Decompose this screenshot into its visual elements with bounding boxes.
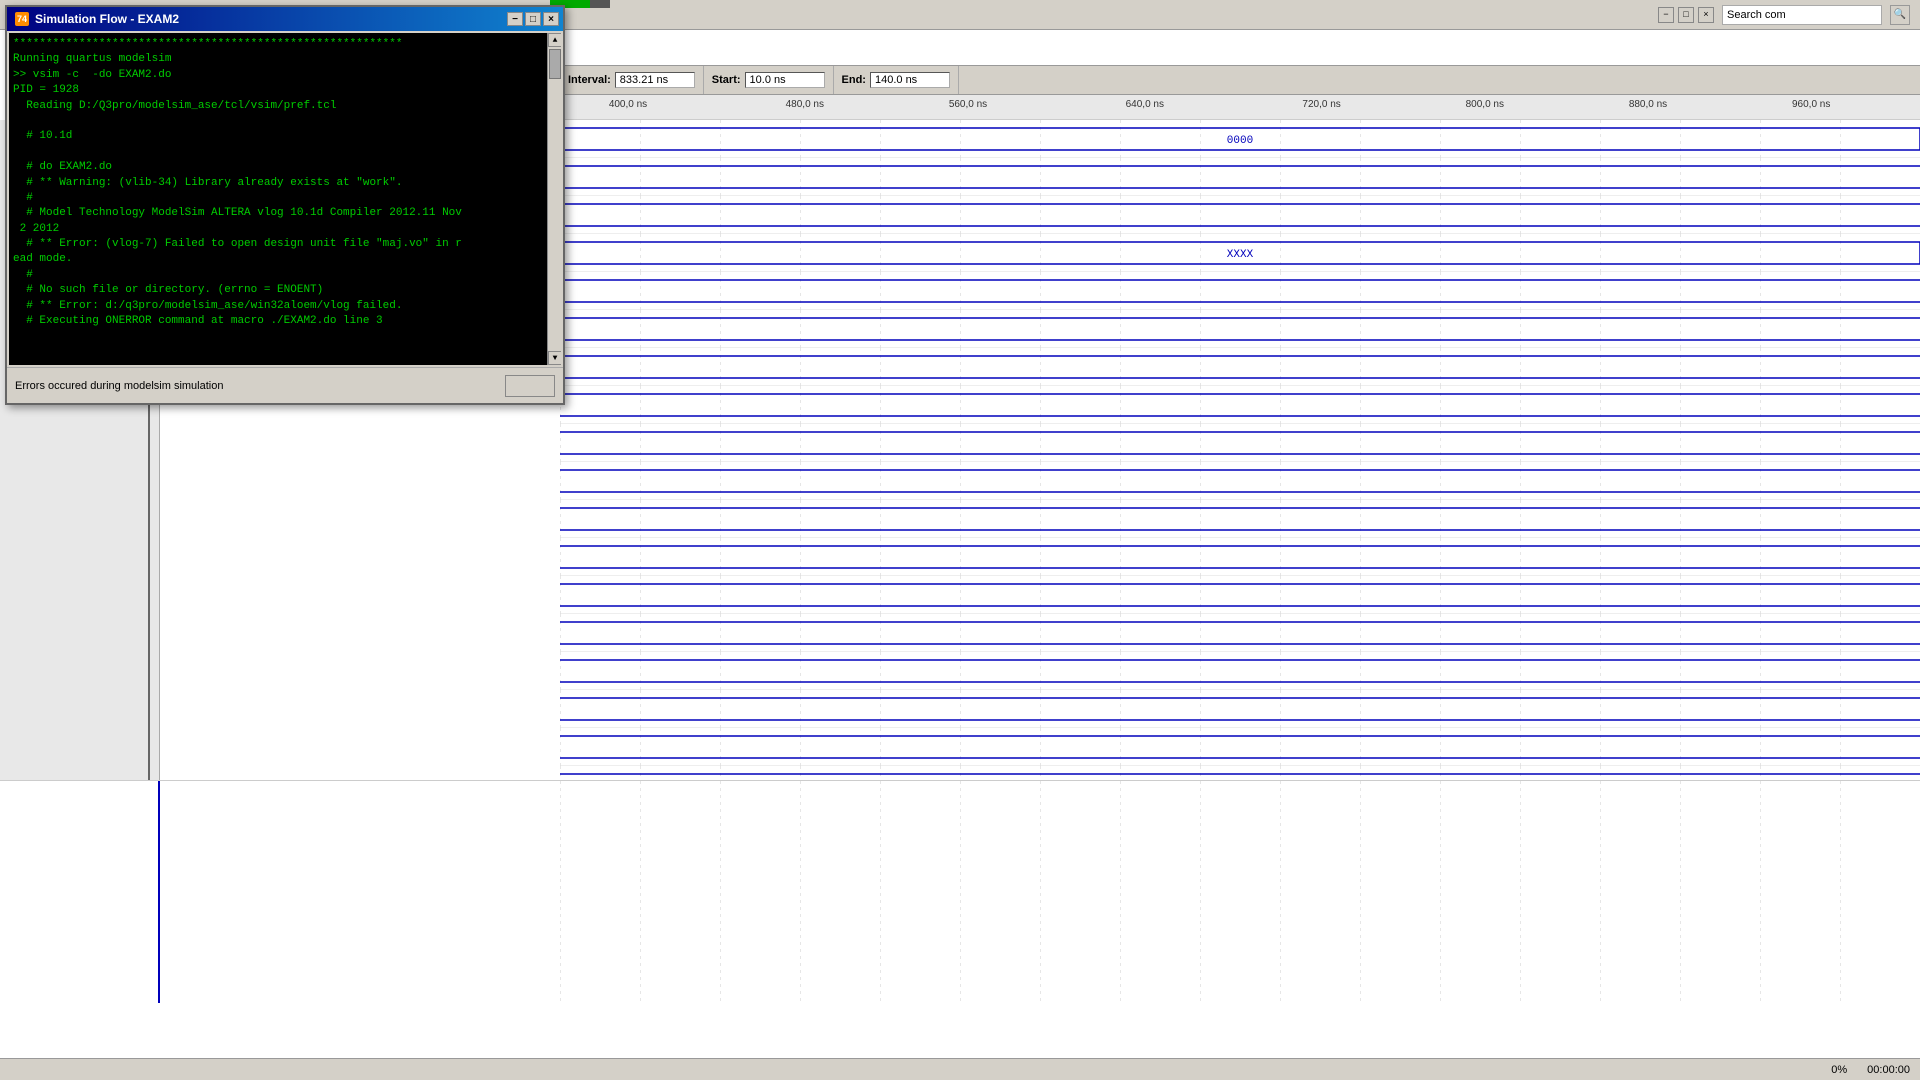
empty-grid: [560, 781, 1920, 1003]
main-minimize-btn[interactable]: −: [1658, 7, 1674, 23]
search-input[interactable]: [1722, 5, 1882, 25]
status-time: 00:00:00: [1867, 1064, 1910, 1076]
sim-maximize-btn[interactable]: □: [525, 12, 541, 26]
sim-status-text: Errors occured during modelsim simulatio…: [15, 380, 223, 392]
console-scroll-down[interactable]: ▼: [548, 351, 561, 365]
sim-app-icon: 74: [15, 12, 29, 26]
status-percent: 0%: [1831, 1064, 1847, 1076]
sim-dialog-title: Simulation Flow - EXAM2: [35, 12, 179, 26]
title-left: 74 Simulation Flow - EXAM2: [15, 12, 179, 26]
main-maximize-btn[interactable]: □: [1678, 7, 1694, 23]
ruler-tick-1: 400,0 ns: [609, 99, 647, 110]
sim-minimize-btn[interactable]: −: [507, 12, 523, 26]
console-scrollbar[interactable]: ▲ ▼: [547, 33, 561, 365]
sim-footer-close-btn[interactable]: [505, 375, 555, 397]
sim-close-btn[interactable]: ×: [543, 12, 559, 26]
sim-console-area: ****************************************…: [9, 33, 561, 365]
ruler-tick-4: 640,0 ns: [1126, 99, 1164, 110]
ruler-tick-6: 800,0 ns: [1466, 99, 1504, 110]
console-scroll-up[interactable]: ▲: [548, 33, 561, 47]
left-vert-line: [158, 781, 160, 1003]
end-field: End: 140.0 ns: [834, 66, 959, 94]
status-bar: 0% 00:00:00: [0, 1058, 1920, 1080]
sim-dialog-footer: Errors occured during modelsim simulatio…: [7, 367, 563, 403]
ruler-labels: 400,0 ns 480,0 ns 560,0 ns 640,0 ns 720,…: [560, 95, 1920, 119]
sim-dialog: 74 Simulation Flow - EXAM2 − □ × *******…: [5, 5, 565, 405]
interval-label: Interval:: [568, 74, 611, 86]
start-value: 10.0 ns: [745, 72, 825, 88]
end-value: 140.0 ns: [870, 72, 950, 88]
interval-value: 833.21 ns: [615, 72, 695, 88]
ruler-tick-8: 960,0 ns: [1792, 99, 1830, 110]
svg-text:0000: 0000: [1227, 135, 1253, 147]
interval-field: Interval: 833.21 ns: [560, 66, 704, 94]
start-label: Start:: [712, 74, 741, 86]
svg-text:XXXX: XXXX: [1227, 249, 1254, 261]
timeline-ruler: 400,0 ns 480,0 ns 560,0 ns 640,0 ns 720,…: [560, 95, 1920, 120]
ruler-tick-3: 560,0 ns: [949, 99, 987, 110]
sim-dialog-titlebar: 74 Simulation Flow - EXAM2 − □ ×: [7, 7, 563, 31]
console-scroll-thumb[interactable]: [549, 49, 561, 79]
search-icon[interactable]: 🔍: [1890, 5, 1910, 25]
interval-bar: Interval: 833.21 ns Start: 10.0 ns End: …: [560, 65, 1920, 95]
console-text: ****************************************…: [9, 33, 561, 333]
main-win-controls: − □ ×: [1658, 7, 1714, 23]
sim-dialog-controls: − □ ×: [507, 12, 559, 26]
ruler-tick-2: 480,0 ns: [786, 99, 824, 110]
main-close-btn[interactable]: ×: [1698, 7, 1714, 23]
end-label: End:: [842, 74, 866, 86]
ruler-tick-7: 880,0 ns: [1629, 99, 1667, 110]
ruler-tick-5: 720,0 ns: [1302, 99, 1340, 110]
start-field: Start: 10.0 ns: [704, 66, 834, 94]
empty-area: [0, 780, 1920, 1002]
